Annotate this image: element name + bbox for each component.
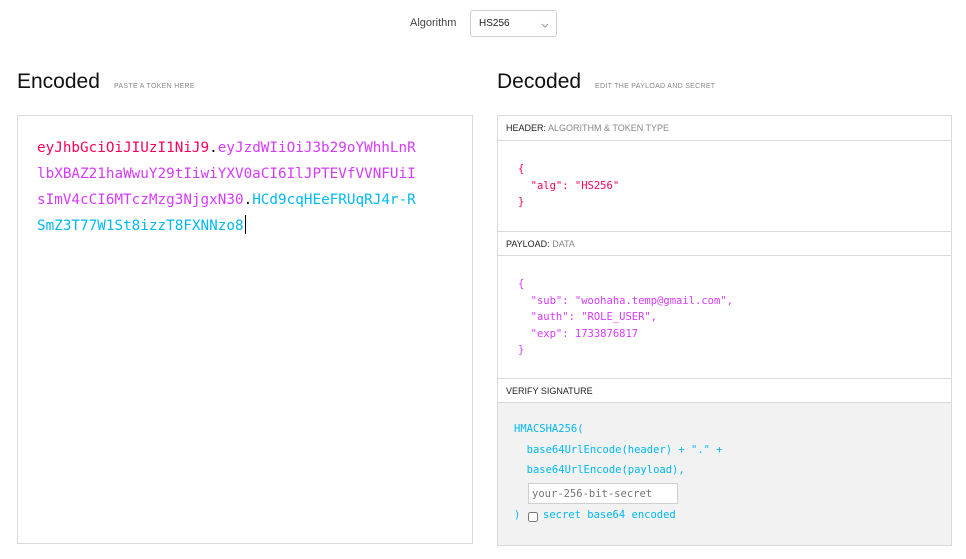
decoded-panel: HEADER: ALGORITHM & TOKEN TYPE { "alg": … (497, 115, 952, 546)
token-dot: . (209, 140, 218, 156)
secret-base64-checkbox[interactable] (528, 512, 538, 522)
chevron-down-icon (540, 17, 550, 35)
header-json-text[interactable]: { "alg": "HS256" } (518, 161, 619, 211)
algorithm-label: Algorithm (410, 17, 457, 29)
verify-line-hmac: HMACSHA256( (514, 423, 584, 435)
header-section-title: HEADER: ALGORITHM & TOKEN TYPE (498, 116, 951, 141)
payload-section-sublabel: DATA (552, 239, 575, 249)
payload-section-label: PAYLOAD: (506, 239, 550, 249)
payload-json-editor[interactable]: { "sub": "woohaha.temp@gmail.com", "auth… (498, 256, 951, 378)
header-section-label: HEADER: (506, 123, 547, 133)
text-caret (244, 215, 246, 234)
algorithm-selected-value: HS256 (479, 18, 510, 29)
verify-line-header: base64UrlEncode(header) + "." + (514, 444, 723, 456)
encoded-token-text[interactable]: eyJhbGciOiJIUzI1NiJ9.eyJzdWIiOiJ3b29oYWh… (37, 135, 417, 239)
encoded-token-editor[interactable]: eyJhbGciOiJIUzI1NiJ9.eyJzdWIiOiJ3b29oYWh… (17, 115, 473, 544)
algorithm-row: Algorithm HS256 (0, 10, 966, 38)
header-section-sublabel: ALGORITHM & TOKEN TYPE (548, 123, 670, 133)
verify-section-label: VERIFY SIGNATURE (506, 386, 593, 396)
payload-json-text[interactable]: { "sub": "woohaha.temp@gmail.com", "auth… (518, 276, 733, 359)
verify-signature-body: HMACSHA256( base64UrlEncode(header) + ".… (498, 403, 951, 545)
algorithm-select[interactable]: HS256 (470, 10, 557, 37)
token-header-part: eyJhbGciOiJIUzI1NiJ9 (37, 140, 210, 156)
decoded-title: Decoded (497, 70, 582, 93)
verify-line-payload: base64UrlEncode(payload), (514, 464, 685, 476)
verify-line-close: ) (514, 509, 521, 521)
encoded-title: Encoded (17, 70, 100, 93)
encoded-subtitle: PASTE A TOKEN HERE (114, 83, 195, 90)
payload-section-title: PAYLOAD: DATA (498, 231, 951, 256)
decoded-subtitle: EDIT THE PAYLOAD AND SECRET (595, 83, 716, 90)
verify-section-title: VERIFY SIGNATURE (498, 378, 951, 403)
secret-base64-label[interactable]: secret base64 encoded (543, 509, 676, 521)
secret-input[interactable] (528, 483, 678, 504)
header-json-editor[interactable]: { "alg": "HS256" } (498, 141, 951, 231)
token-dot: . (243, 192, 253, 208)
